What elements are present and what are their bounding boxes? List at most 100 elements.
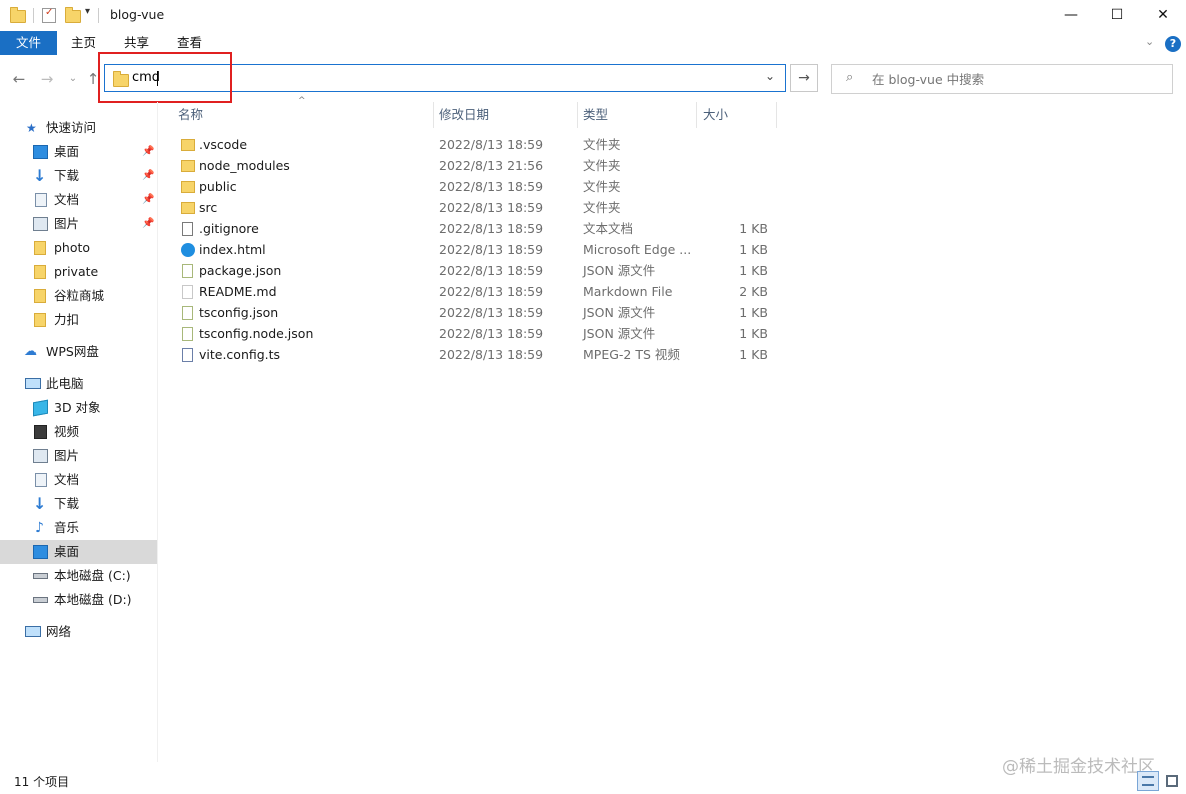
sidebar-item-drive-d[interactable]: 本地磁盘 (D:) [0,588,158,612]
sidebar-item-private[interactable]: private [0,260,158,284]
drive-icon [33,597,48,603]
sidebar-item-desktop-pc[interactable]: 桌面 [0,540,158,564]
recent-locations-icon[interactable]: ⌄ [63,69,83,89]
details-view-button[interactable] [1137,771,1159,791]
sidebar-label: 3D 对象 [54,400,101,415]
column-header-name[interactable]: 名称 [178,104,203,126]
sidebar-item-leetcode[interactable]: 力扣 [0,308,158,332]
large-icons-view-button[interactable] [1162,771,1182,791]
folder-icon [181,181,195,193]
sidebar-item-3d-objects[interactable]: 3D 对象 [0,396,158,420]
sidebar-item-music[interactable]: ♪ 音乐 [0,516,158,540]
file-row[interactable]: tsconfig.json 2022/8/13 18:59 JSON 源文件 1 KB [174,302,774,323]
file-name: vite.config.ts [199,347,281,362]
file-row[interactable]: .vscode 2022/8/13 18:59 文件夹 [174,134,774,155]
sidebar-item-downloads[interactable]: ↓ 下载 📌 [0,164,158,188]
file-date: 2022/8/13 18:59 [439,263,544,278]
file-row[interactable]: src 2022/8/13 18:59 文件夹 [174,197,774,218]
file-row[interactable]: vite.config.ts 2022/8/13 18:59 MPEG-2 TS 视… [174,344,774,365]
file-type: JSON 源文件 [583,263,656,278]
sidebar-item-guli[interactable]: 谷粒商城 [0,284,158,308]
customize-toolbar-icon[interactable]: ▾ [85,6,90,17]
divider [98,8,99,23]
search-input[interactable] [872,70,1162,88]
sidebar-label: 此电脑 [46,376,84,391]
sidebar-item-pictures-pc[interactable]: 图片 [0,444,158,468]
sidebar-item-documents[interactable]: 文档 📌 [0,188,158,212]
sidebar-label: 力扣 [54,312,80,327]
file-row[interactable]: .gitignore 2022/8/13 18:59 文本文档 1 KB [174,218,774,239]
file-size: 1 KB [739,242,768,257]
file-row[interactable]: tsconfig.node.json 2022/8/13 18:59 JSON 源文… [174,323,774,344]
folder-icon [34,241,46,255]
properties-icon[interactable]: ✓ [42,7,56,23]
column-divider[interactable] [696,102,697,128]
file-row[interactable]: index.html 2022/8/13 18:59 Microsoft Edge … [174,239,774,260]
column-header-date[interactable]: 修改日期 [439,104,489,126]
column-header-type[interactable]: 类型 [583,104,608,126]
chevron-down-icon[interactable]: ⌄ [765,69,775,83]
film-icon [34,425,47,439]
tab-file[interactable]: 文件 [0,31,58,55]
maximize-button[interactable]: ☐ [1094,0,1140,31]
sidebar-item-network[interactable]: 网络 [0,620,158,644]
file-name: public [199,179,237,194]
watermark: @稀土掘金技术社区 [1002,757,1155,777]
sidebar-label: 视频 [54,424,80,439]
column-divider[interactable] [433,102,434,128]
close-button[interactable]: ✕ [1140,0,1186,31]
file-row[interactable]: node_modules 2022/8/13 21:56 文件夹 [174,155,774,176]
sidebar-item-this-pc[interactable]: 此电脑 [0,372,158,396]
file-name: src [199,200,218,215]
cube-icon [33,399,48,417]
drive-icon [33,573,48,579]
sidebar-item-videos[interactable]: 视频 [0,420,158,444]
search-icon: ⌕ [846,70,854,85]
folder-icon [181,139,195,151]
column-divider[interactable] [577,102,578,128]
file-row[interactable]: public 2022/8/13 18:59 文件夹 [174,176,774,197]
sidebar-item-downloads-pc[interactable]: ↓ 下载 [0,492,158,516]
sidebar-item-drive-c[interactable]: 本地磁盘 (C:) [0,564,158,588]
sort-ascending-icon: ^ [298,96,306,106]
sidebar-item-photo[interactable]: photo [0,236,158,260]
file-size: 1 KB [739,305,768,320]
go-button[interactable]: → [790,64,818,92]
sidebar-label: 桌面 [54,544,80,559]
help-icon[interactable]: ? [1165,36,1181,52]
file-type: Markdown File [583,284,673,299]
back-arrow-icon[interactable]: ← [9,69,29,89]
sidebar-label: photo [54,240,91,255]
sidebar-label: 快速访问 [46,120,97,135]
pictures-icon [33,217,48,231]
sidebar-quick-access[interactable]: ★ 快速访问 [0,116,158,140]
file-type: MPEG-2 TS 视频 [583,347,680,362]
search-box[interactable]: ⌕ [831,64,1173,94]
file-date: 2022/8/13 18:59 [439,284,544,299]
file-row[interactable]: README.md 2022/8/13 18:59 Markdown File 2 K… [174,281,774,302]
chevron-down-icon[interactable]: ⌄ [1145,35,1154,48]
file-name: README.md [199,284,277,299]
sidebar-item-documents-pc[interactable]: 文档 [0,468,158,492]
sidebar-label: 图片 [54,448,80,463]
file-type: 文件夹 [583,179,621,194]
details-view-icon [1142,776,1154,786]
file-date: 2022/8/13 18:59 [439,200,544,215]
sidebar-item-wps[interactable]: ☁ WPS网盘 [0,340,158,364]
file-date: 2022/8/13 18:59 [439,137,544,152]
minimize-button[interactable]: — [1048,0,1094,31]
file-date: 2022/8/13 18:59 [439,347,544,362]
file-name: .vscode [199,137,248,152]
column-divider[interactable] [776,102,777,128]
file-row[interactable]: package.json 2022/8/13 18:59 JSON 源文件 1 KB [174,260,774,281]
new-folder-icon[interactable] [65,7,81,23]
file-type: 文件夹 [583,137,621,152]
sidebar-label: 桌面 [54,144,80,159]
sidebar-item-desktop[interactable]: 桌面 📌 [0,140,158,164]
sidebar-item-pictures[interactable]: 图片 📌 [0,212,158,236]
folder-icon [10,7,26,23]
forward-arrow-icon[interactable]: → [37,69,57,89]
video-icon [182,348,193,362]
column-header-size[interactable]: 大小 [703,104,728,126]
music-note-icon: ♪ [35,520,44,536]
